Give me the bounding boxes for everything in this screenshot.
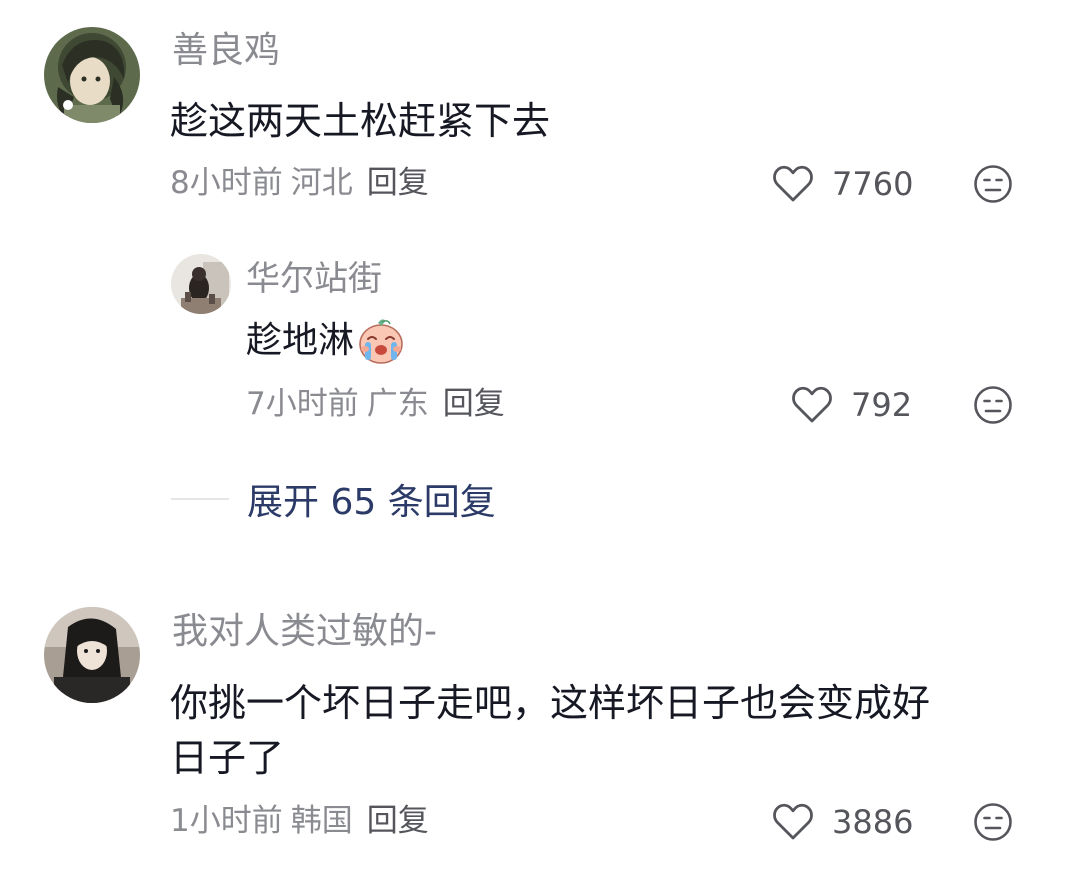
comment-text-line1: 你挑一个坏日子走吧，这样坏日子也会变成好 xyxy=(170,681,931,725)
meh-face-icon xyxy=(974,386,1012,424)
heart-outline-icon xyxy=(773,803,813,840)
expand-divider xyxy=(171,498,229,500)
like-count: 7760 xyxy=(832,165,914,203)
comment-username[interactable]: 善良鸡 xyxy=(172,33,280,69)
comment-time: 1小时前 xyxy=(170,803,283,839)
avatar-huaerzhanjie[interactable] xyxy=(171,254,231,314)
dislike-button[interactable] xyxy=(973,802,1013,842)
reply-username[interactable]: 华尔站街 xyxy=(246,262,382,296)
crying-face-sticker-icon xyxy=(359,319,403,364)
comment-location: 韩国 xyxy=(290,803,353,839)
avatar-image xyxy=(44,27,140,123)
like-count: 3886 xyxy=(832,803,914,841)
reply-button[interactable]: 回复 xyxy=(367,803,429,839)
meh-face-icon xyxy=(974,803,1012,841)
avatar-image xyxy=(171,254,231,314)
reply-text: 趁地淋 xyxy=(246,320,355,361)
comment-username[interactable]: 我对人类过敏的- xyxy=(172,614,437,650)
meh-face-icon xyxy=(974,165,1012,203)
comment-text: 趁这两天土松赶紧下去 xyxy=(170,99,551,143)
like-button[interactable]: 3886 xyxy=(772,798,913,846)
heart-outline-icon xyxy=(773,165,813,202)
comment-meta: 1小时前 韩国 回复 xyxy=(170,806,429,837)
reply-button[interactable]: 回复 xyxy=(443,386,505,422)
reply-location: 广东 xyxy=(366,386,429,422)
expand-replies-label: 展开 65 条回复 xyxy=(247,482,496,523)
expand-replies-button[interactable]: 展开 65 条回复 xyxy=(171,476,496,523)
avatar-image xyxy=(44,607,140,703)
like-count: 792 xyxy=(851,386,913,424)
comment-text-line2: 日子了 xyxy=(170,736,285,780)
reply-meta: 7小时前 广东 回复 xyxy=(246,389,505,420)
reply-button[interactable]: 回复 xyxy=(367,165,429,201)
dislike-button[interactable] xyxy=(973,164,1013,204)
heart-outline-icon xyxy=(792,386,832,423)
dislike-button[interactable] xyxy=(973,385,1013,425)
like-button[interactable]: 792 xyxy=(791,381,912,429)
avatar-shanliangji[interactable] xyxy=(44,27,140,123)
reply-time: 7小时前 xyxy=(246,386,359,422)
like-button[interactable]: 7760 xyxy=(772,160,913,208)
comment-meta: 8小时前 河北 回复 xyxy=(170,168,429,199)
comment-location: 河北 xyxy=(290,165,353,201)
comment-time: 8小时前 xyxy=(170,165,283,201)
reply-text-row: 趁地淋 xyxy=(246,314,406,368)
avatar-guomin[interactable] xyxy=(44,607,140,703)
